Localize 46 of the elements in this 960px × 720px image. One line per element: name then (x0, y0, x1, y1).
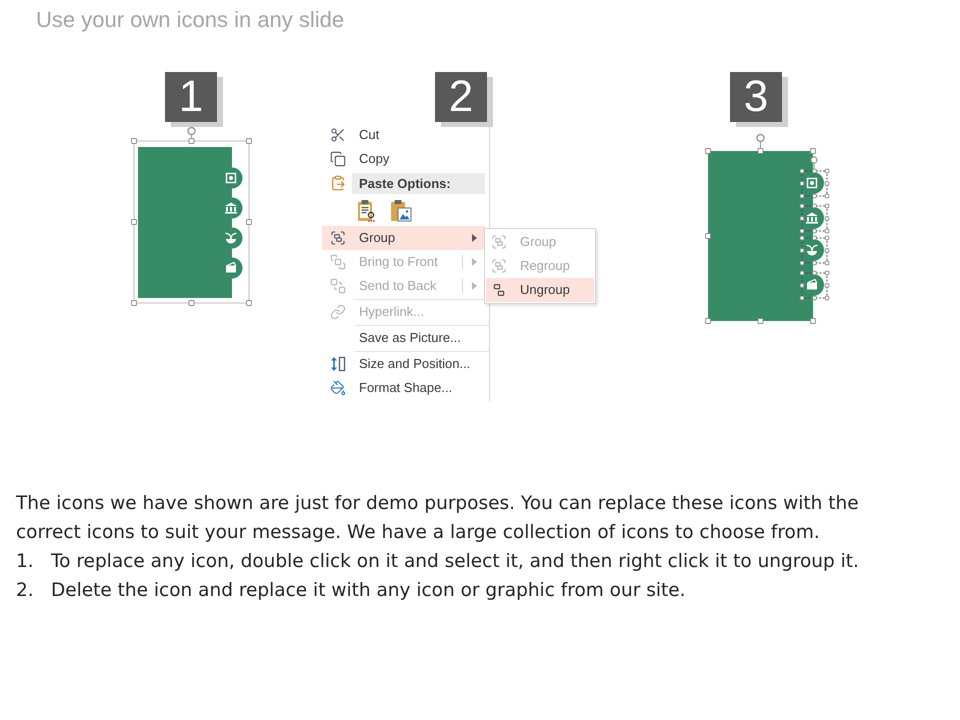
instruction-text: Delete the icon and replace it with any icon or graphic from our site. (51, 579, 686, 603)
paste-options-header: Paste Options: (352, 172, 485, 194)
scissors-icon (330, 127, 346, 143)
menu-item[interactable]: Save as Picture... (322, 326, 485, 350)
step-number-badge: 3 (730, 72, 782, 122)
paint-bucket-icon (330, 380, 346, 396)
clipboard-text-icon[interactable] (357, 198, 377, 222)
list-number: 1. (16, 550, 35, 574)
step-number-badge: 2 (435, 72, 487, 122)
icon-selection-frame (800, 236, 830, 266)
clipboard-picture-icon[interactable] (390, 198, 412, 222)
ungroup-icon (491, 282, 507, 298)
menu-item[interactable]: Group (322, 226, 485, 250)
menu-item[interactable]: Size and Position... (322, 352, 485, 376)
group-icon (491, 258, 507, 274)
send-to-back-icon (330, 278, 346, 294)
plant-icon (806, 239, 824, 261)
submenu-arrow-icon (472, 234, 477, 242)
resize-icon (330, 356, 346, 372)
copy-icon (330, 151, 346, 167)
description-paragraph: The icons we have shown are just for demo purposes. You can replace these icons with the correct icons to suit your message. We have a large collection of icons to choose from. (16, 492, 860, 545)
group-icon (491, 234, 507, 250)
submenu-arrow-icon (472, 258, 477, 266)
safe-icon (806, 172, 824, 194)
clipboard-icon (330, 175, 346, 191)
menu-item[interactable]: Format Shape... (322, 376, 485, 400)
menu-item[interactable]: Copy (322, 147, 485, 171)
link-icon (330, 304, 346, 320)
menu-item[interactable]: Cut (322, 123, 485, 147)
bank-icon (225, 198, 242, 218)
bank-icon (806, 207, 824, 229)
list-number: 2. (16, 579, 35, 603)
icon-selection-frame (800, 270, 830, 300)
slide-title: Use your own icons in any slide (35, 6, 346, 34)
envelope-icon (226, 258, 242, 278)
bring-to-front-icon (330, 254, 346, 270)
step-number-badge: 1 (165, 72, 217, 122)
envelope-icon (807, 274, 824, 296)
plant-icon (226, 228, 242, 248)
instruction-text: To replace any icon, double click on it and select it, and then right click it to ungroup it. (51, 550, 859, 574)
safe-icon (226, 168, 242, 188)
icon-selection-frame (800, 204, 830, 234)
group-icon (330, 230, 346, 246)
icon-selection-frame (800, 156, 830, 198)
submenu-arrow-icon (472, 282, 477, 290)
submenu-item[interactable]: Ungroup (486, 278, 594, 302)
